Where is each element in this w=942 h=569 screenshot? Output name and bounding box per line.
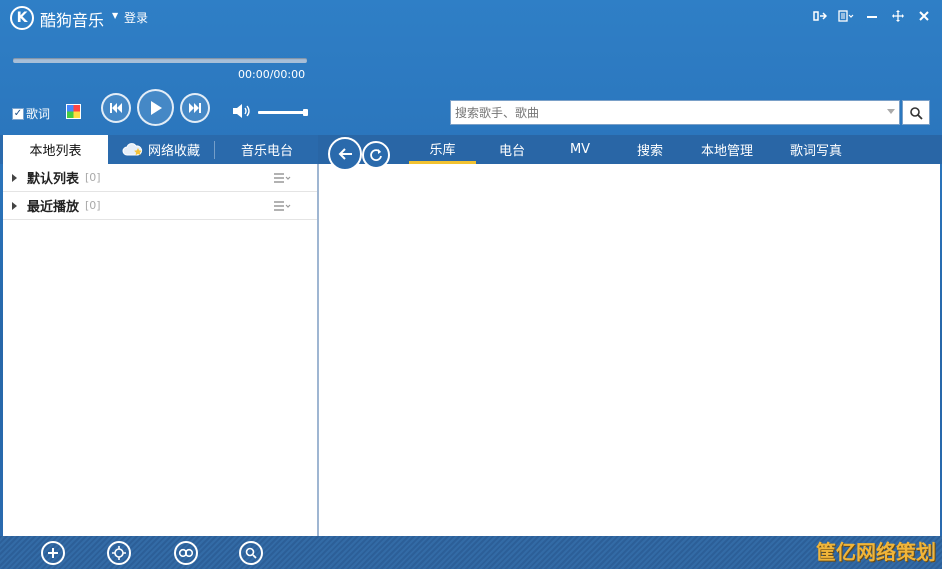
search-input[interactable] — [451, 101, 881, 124]
playlist-name: 默认列表 — [27, 172, 80, 187]
previous-button[interactable] — [101, 93, 131, 123]
refresh-button[interactable] — [362, 141, 390, 169]
next-icon — [189, 103, 201, 113]
expand-arrow-icon[interactable] — [12, 201, 17, 210]
main-nav-bar: 乐库 电台 MV 搜索 本地管理 歌词写真 — [318, 135, 942, 164]
lyrics-label: 歌词 — [26, 107, 51, 121]
tab-search[interactable]: 搜索 — [616, 135, 684, 164]
chevron-down-icon[interactable]: ▼ — [112, 11, 118, 20]
cloud-star-icon — [122, 142, 143, 155]
expand-arrow-icon[interactable] — [12, 173, 17, 182]
kugou-main-window: K 酷狗音乐 ▼ 登录 00:00/00:00 ✓ 歌词 搜索歌手、歌曲 本地列… — [0, 0, 942, 569]
lyrics-toggle[interactable]: ✓ 歌词 — [12, 105, 50, 122]
volume-icon[interactable] — [232, 103, 252, 122]
tab-mv[interactable]: MV — [546, 135, 614, 164]
search-icon — [910, 106, 923, 120]
tab-local-manage[interactable]: 本地管理 — [690, 135, 764, 164]
volume-knob[interactable] — [303, 109, 308, 116]
menu-icon — [838, 10, 854, 22]
search-button[interactable] — [902, 100, 930, 125]
play-mode-button[interactable] — [174, 541, 198, 565]
minimize-button[interactable] — [862, 6, 882, 26]
tab-local-list[interactable]: 本地列表 — [3, 135, 108, 164]
close-icon — [919, 11, 929, 21]
tab-music-library[interactable]: 乐库 — [409, 135, 476, 164]
app-title: 酷狗音乐 — [40, 11, 105, 30]
maximize-icon — [892, 10, 904, 22]
tab-net-favorites-label: 网络收藏 — [147, 144, 200, 159]
login-link[interactable]: 登录 — [124, 9, 148, 26]
volume-slider[interactable] — [258, 109, 308, 116]
play-button[interactable] — [137, 89, 174, 126]
playback-progress-bar[interactable] — [13, 58, 307, 63]
tab-divider — [214, 141, 215, 159]
mini-mode-button[interactable] — [810, 6, 830, 26]
search-box[interactable] — [450, 100, 900, 125]
playlist-row[interactable]: 最近播放 [0] — [3, 192, 317, 220]
minimize-icon — [867, 16, 877, 18]
playlist-menu-icon[interactable] — [273, 172, 291, 184]
playlist-count: [0] — [85, 199, 101, 212]
magnifier-icon — [245, 547, 257, 559]
target-icon — [112, 546, 126, 560]
plus-icon — [48, 548, 58, 558]
content-area — [318, 164, 940, 536]
lyrics-checkbox[interactable]: ✓ — [12, 107, 24, 120]
loop-icon — [178, 548, 194, 558]
play-icon — [150, 100, 162, 115]
playlist-row[interactable]: 默认列表 [0] — [3, 164, 317, 192]
title-bar[interactable]: K 酷狗音乐 ▼ 登录 — [0, 0, 942, 34]
previous-icon — [110, 103, 122, 113]
refresh-icon — [370, 149, 382, 161]
playlist-menu-icon[interactable] — [273, 200, 291, 212]
tab-radio[interactable]: 电台 — [478, 135, 546, 164]
tab-music-radio[interactable]: 音乐电台 — [216, 135, 318, 164]
main-menu-button[interactable] — [836, 6, 856, 26]
add-button[interactable] — [41, 541, 65, 565]
search-local-button[interactable] — [239, 541, 263, 565]
close-button[interactable] — [914, 6, 934, 26]
tab-lyrics-photo[interactable]: 歌词写真 — [780, 135, 852, 164]
back-button[interactable] — [328, 137, 362, 171]
window-controls — [810, 6, 934, 26]
tab-net-favorites[interactable]: 网络收藏 — [108, 135, 214, 164]
arrow-left-icon — [338, 148, 352, 160]
maximize-button[interactable] — [888, 6, 908, 26]
kugou-logo-icon[interactable]: K — [10, 6, 34, 30]
playlist-count: [0] — [85, 171, 101, 184]
mini-mode-icon — [813, 11, 827, 21]
skin-palette-icon[interactable] — [66, 104, 81, 119]
next-button[interactable] — [180, 93, 210, 123]
playback-time: 00:00/00:00 — [238, 68, 306, 81]
locate-button[interactable] — [107, 541, 131, 565]
bottom-toolbar: 筐亿网络策划 — [0, 536, 942, 569]
playlist-panel: 默认列表 [0] 最近播放 [0] — [3, 164, 318, 536]
left-tab-bar: 本地列表 网络收藏 音乐电台 — [0, 135, 318, 164]
search-dropdown-icon[interactable] — [887, 109, 895, 114]
playlist-name: 最近播放 — [27, 200, 80, 215]
watermark-text: 筐亿网络策划 — [816, 540, 936, 564]
